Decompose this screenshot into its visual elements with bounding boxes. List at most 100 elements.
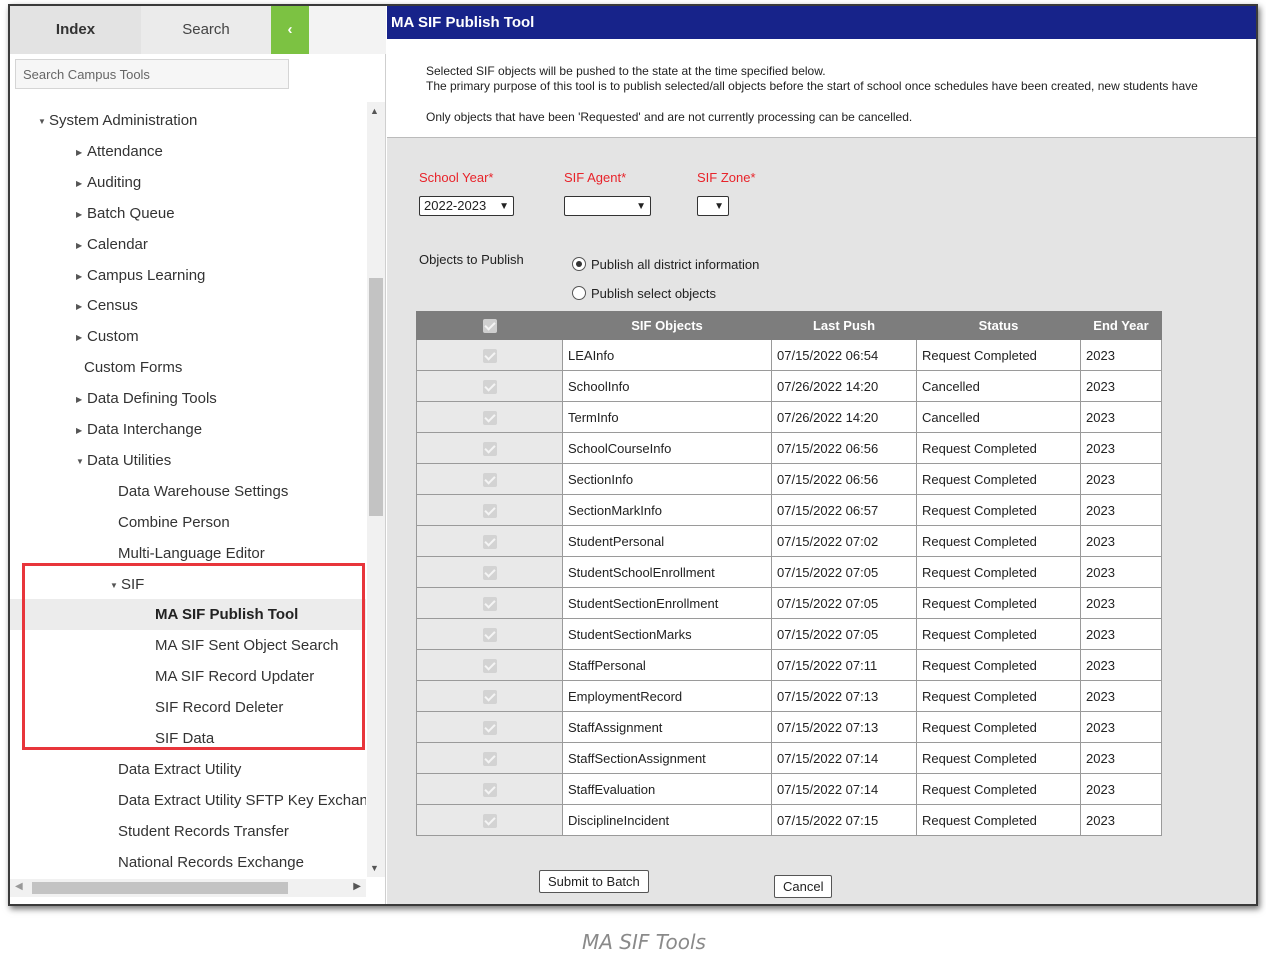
school-year-select[interactable]: 2022-2023 ▼	[419, 196, 514, 216]
sif-objects-table: SIF Objects Last Push Status End Year LE…	[416, 311, 1162, 836]
tree-item-data-warehouse-settings[interactable]: Data Warehouse Settings	[10, 476, 366, 507]
row-checkbox[interactable]	[482, 565, 497, 580]
tree-item-label: Batch Queue	[87, 204, 175, 222]
triangle-right-icon: ▶	[76, 395, 83, 405]
scroll-left-icon[interactable]: ◀	[15, 881, 23, 892]
tree-item-label: Census	[87, 297, 138, 315]
sif-object-cell: StudentSectionMarks	[562, 618, 772, 650]
row-checkbox[interactable]	[482, 472, 497, 487]
end-year-cell: 2023	[1080, 525, 1162, 557]
row-checkbox[interactable]	[482, 441, 497, 456]
tree-item-attendance[interactable]: ▶ Attendance	[10, 136, 366, 167]
row-checkbox[interactable]	[482, 627, 497, 642]
end-year-cell: 2023	[1080, 432, 1162, 464]
tree-item-student-records-transfer[interactable]: Student Records Transfer	[10, 816, 366, 847]
end-year-cell: 2023	[1080, 804, 1162, 836]
tree-item-custom-forms[interactable]: Custom Forms	[10, 352, 366, 383]
sif-object-cell: SchoolInfo	[562, 370, 772, 402]
tree-item-custom[interactable]: ▶ Custom	[10, 321, 366, 352]
row-checkbox[interactable]	[482, 379, 497, 394]
status-cell: Request Completed	[916, 339, 1081, 371]
row-checkbox-cell	[416, 804, 563, 836]
tree-item-calendar[interactable]: ▶ Calendar	[10, 229, 366, 260]
row-checkbox[interactable]	[482, 782, 497, 797]
tree-item-data-extract-utility-sftp[interactable]: Data Extract Utility SFTP Key Exchange	[10, 785, 366, 816]
end-year-cell: 2023	[1080, 680, 1162, 712]
tree-item-ma-sif-publish-tool[interactable]: MA SIF Publish Tool	[10, 599, 366, 631]
horizontal-scrollbar[interactable]: ◀ ▶	[10, 879, 366, 897]
tree-item-sif-data[interactable]: SIF Data	[10, 723, 366, 754]
table-row: StudentPersonal 07/15/2022 07:02 Request C…	[416, 525, 1162, 557]
row-checkbox[interactable]	[482, 503, 497, 518]
tree-item-sif-record-deleter[interactable]: SIF Record Deleter	[10, 692, 366, 723]
table-row: LEAInfo 07/15/2022 06:54 Request Completed…	[416, 339, 1162, 371]
tree-item-data-utilities[interactable]: ▼ Data Utilities	[10, 445, 366, 476]
tree-item-data-extract-utility[interactable]: Data Extract Utility	[10, 754, 366, 785]
row-checkbox[interactable]	[482, 689, 497, 704]
collapse-sidebar-button[interactable]: ‹	[271, 6, 309, 54]
sif-agent-select[interactable]: ▼	[564, 196, 651, 216]
vertical-scrollbar[interactable]: ▲ ▼	[367, 102, 385, 877]
scroll-up-icon[interactable]: ▲	[370, 106, 379, 116]
tree-item-ma-sif-sent-object-search[interactable]: MA SIF Sent Object Search	[10, 630, 366, 661]
triangle-right-icon: ▶	[76, 178, 83, 188]
triangle-right-icon: ▶	[76, 147, 83, 157]
vertical-scroll-thumb[interactable]	[369, 278, 383, 516]
info-box: Selected SIF objects will be pushed to t…	[387, 39, 1256, 138]
row-checkbox[interactable]	[482, 751, 497, 766]
publish-all-label: Publish all district information	[591, 257, 760, 272]
sif-object-cell: DisciplineIncident	[562, 804, 772, 836]
table-row: StaffEvaluation 07/15/2022 07:14 Request C…	[416, 773, 1162, 805]
tree-item-combine-person[interactable]: Combine Person	[10, 507, 366, 538]
row-checkbox-cell	[416, 618, 563, 650]
row-checkbox[interactable]	[482, 813, 497, 828]
row-checkbox[interactable]	[482, 720, 497, 735]
publish-all-radio[interactable]: Publish all district information	[572, 257, 759, 272]
row-checkbox[interactable]	[482, 596, 497, 611]
column-header-end-year: End Year	[1080, 311, 1162, 340]
tree-item-national-records-exchange[interactable]: National Records Exchange	[10, 847, 366, 877]
tree-item-census[interactable]: ▶ Census	[10, 290, 366, 321]
tree-item-data-interchange[interactable]: ▶ Data Interchange	[10, 414, 366, 445]
row-checkbox[interactable]	[482, 534, 497, 549]
tree-item-data-defining-tools[interactable]: ▶ Data Defining Tools	[10, 383, 366, 414]
search-campus-tools-input[interactable]	[15, 59, 289, 89]
end-year-cell: 2023	[1080, 711, 1162, 743]
scroll-down-icon[interactable]: ▼	[370, 863, 379, 873]
row-checkbox[interactable]	[482, 410, 497, 425]
row-checkbox[interactable]	[482, 658, 497, 673]
tree-item-system-administration[interactable]: ▼ System Administration	[10, 105, 366, 136]
tab-index[interactable]: Index	[10, 6, 141, 54]
scroll-right-icon[interactable]: ▶	[353, 881, 361, 892]
row-checkbox[interactable]	[482, 348, 497, 363]
objects-to-publish-label: Objects to Publish	[419, 252, 524, 267]
select-all-checkbox-cell[interactable]	[416, 311, 563, 340]
submit-to-batch-button[interactable]: Submit to Batch	[539, 870, 649, 893]
sif-object-cell: StudentPersonal	[562, 525, 772, 557]
cancel-button[interactable]: Cancel	[774, 875, 833, 898]
main-panel: MA SIF Publish Tool Selected SIF objects…	[387, 6, 1256, 904]
tab-search[interactable]: Search	[141, 6, 271, 54]
last-push-cell: 07/26/2022 14:20	[771, 401, 917, 433]
tree-item-campus-learning[interactable]: ▶ Campus Learning	[10, 260, 366, 291]
tree-item-auditing[interactable]: ▶ Auditing	[10, 167, 366, 198]
column-header-status: Status	[916, 311, 1081, 340]
tree-item-ma-sif-record-updater[interactable]: MA SIF Record Updater	[10, 661, 366, 692]
status-cell: Request Completed	[916, 711, 1081, 743]
sif-object-cell: StaffSectionAssignment	[562, 742, 772, 774]
table-row: SectionMarkInfo 07/15/2022 06:57 Request C…	[416, 494, 1162, 526]
status-cell: Request Completed	[916, 804, 1081, 836]
select-all-checkbox[interactable]	[482, 319, 497, 334]
triangle-down-icon: ▼	[76, 456, 84, 466]
tree-item-label: MA SIF Sent Object Search	[155, 637, 339, 655]
tree-item-label: SIF Record Deleter	[155, 699, 284, 717]
tree-item-sif[interactable]: ▼ SIF	[10, 569, 366, 600]
horizontal-scroll-thumb[interactable]	[32, 882, 288, 894]
row-checkbox-cell	[416, 649, 563, 681]
tree-item-multi-language-editor[interactable]: Multi-Language Editor	[10, 538, 366, 569]
publish-select-radio[interactable]: Publish select objects	[572, 286, 716, 301]
tree-item-batch-queue[interactable]: ▶ Batch Queue	[10, 198, 366, 229]
sif-zone-select[interactable]: ▼	[697, 196, 729, 216]
sidebar-tabs: Index Search ‹	[10, 6, 386, 54]
row-checkbox-cell	[416, 711, 563, 743]
